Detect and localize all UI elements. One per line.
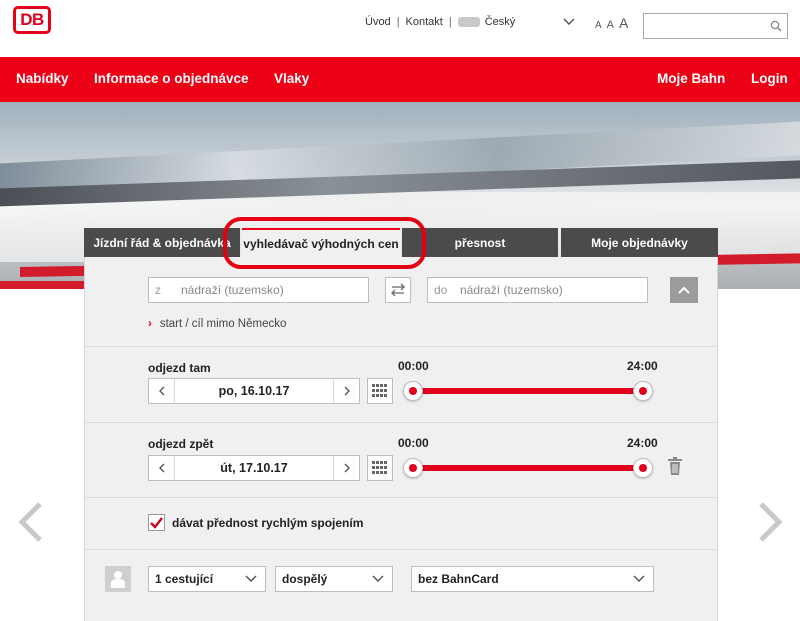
calendar-icon [372, 461, 387, 474]
outside-germany-link[interactable]: › start / cíl mimo Německo [148, 318, 286, 330]
tab-jizdni-rad[interactable]: Jízdní řád & objednávka [84, 228, 240, 257]
carousel-next-icon[interactable] [755, 502, 785, 542]
main-nav: Nabídky Informace o objednávce Vlaky Moj… [0, 57, 800, 102]
bahncard-select[interactable]: bez BahnCard [411, 566, 654, 592]
divider [84, 549, 718, 550]
prev-day-button[interactable] [149, 456, 175, 480]
return-time-from: 00:00 [398, 436, 429, 450]
font-size-large[interactable]: A [619, 15, 628, 31]
calendar-icon [372, 384, 387, 397]
chevron-down-icon [245, 575, 257, 583]
return-date[interactable]: út, 17.10.17 [175, 461, 333, 475]
language-select[interactable]: Český [485, 16, 516, 28]
search-input[interactable] [644, 14, 787, 38]
passenger-count-select[interactable]: 1 cestující [148, 566, 266, 592]
link-uvod[interactable]: Úvod [365, 16, 391, 28]
chevron-down-icon[interactable] [563, 15, 575, 27]
chevron-left-icon [158, 386, 164, 396]
chevron-down-icon [633, 575, 645, 583]
to-field[interactable]: do nádraží (tuzemsko) [427, 277, 648, 303]
collapse-button[interactable] [670, 277, 698, 303]
tab-label: Jízdní řád & objednávka [93, 235, 231, 250]
top-links: Úvod | Kontakt | Český [365, 16, 515, 28]
return-time-range [412, 465, 644, 471]
swap-icon [391, 283, 405, 297]
outbound-slider-start[interactable] [403, 381, 423, 401]
return-slider-end[interactable] [633, 458, 653, 478]
swap-button[interactable] [385, 277, 411, 303]
outbound-date[interactable]: po, 16.10.17 [175, 384, 333, 398]
nav-nabidky[interactable]: Nabídky [16, 71, 69, 86]
carousel-prev-icon[interactable] [16, 502, 46, 542]
header: DB Úvod | Kontakt | Český A A A [0, 0, 800, 57]
from-prefix: z [155, 283, 161, 297]
bahncard-value: bez BahnCard [418, 572, 499, 586]
separator: | [396, 16, 400, 28]
return-time-to: 24:00 [627, 436, 658, 450]
tab-moje-objednavky[interactable]: Moje objednávky [561, 228, 718, 257]
next-day-button[interactable] [333, 456, 359, 480]
outbound-time-range [412, 388, 644, 394]
fast-connections-label: dávat přednost rychlým spojením [172, 516, 364, 530]
trash-icon[interactable] [667, 457, 683, 475]
logo-text: DB [20, 10, 44, 29]
checkmark-icon [150, 516, 163, 529]
nav-moje-bahn[interactable]: Moje Bahn [657, 71, 725, 86]
chevron-left-icon [158, 463, 164, 473]
outbound-date-picker: po, 16.10.17 [148, 378, 360, 404]
tab-bar: Jízdní řád & objednávka vyhledávač výhod… [84, 228, 718, 257]
search-icon[interactable] [770, 20, 782, 32]
prev-day-button[interactable] [149, 379, 175, 403]
calendar-button[interactable] [367, 378, 393, 404]
db-logo[interactable]: DB [13, 6, 51, 34]
divider [84, 422, 718, 423]
nav-vlaky[interactable]: Vlaky [274, 71, 309, 86]
tab-label: přesnost [454, 235, 506, 250]
fast-connections-checkbox[interactable] [148, 514, 165, 531]
from-field[interactable]: z nádraží (tuzemsko) [148, 277, 369, 303]
divider [84, 346, 718, 347]
link-kontakt[interactable]: Kontakt [406, 16, 443, 28]
chevron-right-icon [344, 463, 350, 473]
chevron-right-icon [344, 386, 350, 396]
nav-informace[interactable]: Informace o objednávce [94, 71, 249, 86]
outbound-slider-end[interactable] [633, 381, 653, 401]
globe-icon [457, 17, 480, 27]
tab-vyhledavac[interactable]: vyhledávač výhodných cen [242, 228, 400, 257]
to-placeholder: nádraží (tuzemsko) [460, 283, 563, 297]
separator: | [448, 16, 452, 28]
chevron-down-icon [372, 575, 384, 583]
tab-label: vyhledávač výhodných cen [243, 236, 399, 251]
font-size-medium[interactable]: A [607, 19, 614, 31]
to-prefix: do [434, 283, 448, 297]
tab-label: Moje objednávky [591, 235, 688, 250]
tab-presnost[interactable]: přesnost [402, 228, 558, 257]
return-date-picker: út, 17.10.17 [148, 455, 360, 481]
chevron-up-icon [678, 286, 690, 294]
from-placeholder: nádraží (tuzemsko) [181, 283, 284, 297]
age-value: dospělý [282, 572, 328, 586]
font-size-controls: A A A [595, 15, 628, 31]
calendar-button[interactable] [367, 455, 393, 481]
chevron-right-icon: › [148, 318, 152, 330]
outbound-time-from: 00:00 [398, 359, 429, 373]
return-label: odjezd zpět [148, 437, 214, 451]
nav-login[interactable]: Login [751, 71, 788, 86]
outbound-label: odjezd tam [148, 361, 211, 375]
age-select[interactable]: dospělý [275, 566, 393, 592]
passenger-count-value: 1 cestující [155, 572, 214, 586]
search-box [643, 13, 788, 39]
next-day-button[interactable] [333, 379, 359, 403]
return-slider-start[interactable] [403, 458, 423, 478]
font-size-small[interactable]: A [595, 20, 602, 31]
outbound-time-to: 24:00 [627, 359, 658, 373]
outside-germany-label: start / cíl mimo Německo [159, 318, 287, 330]
divider [84, 497, 718, 498]
person-icon [105, 566, 131, 592]
